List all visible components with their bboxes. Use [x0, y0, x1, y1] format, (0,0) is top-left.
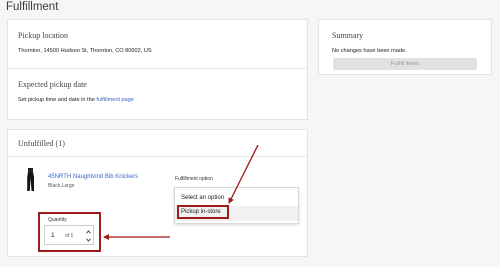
annotation-arrow-dropdown [228, 144, 259, 204]
annotation-arrows [103, 144, 259, 240]
